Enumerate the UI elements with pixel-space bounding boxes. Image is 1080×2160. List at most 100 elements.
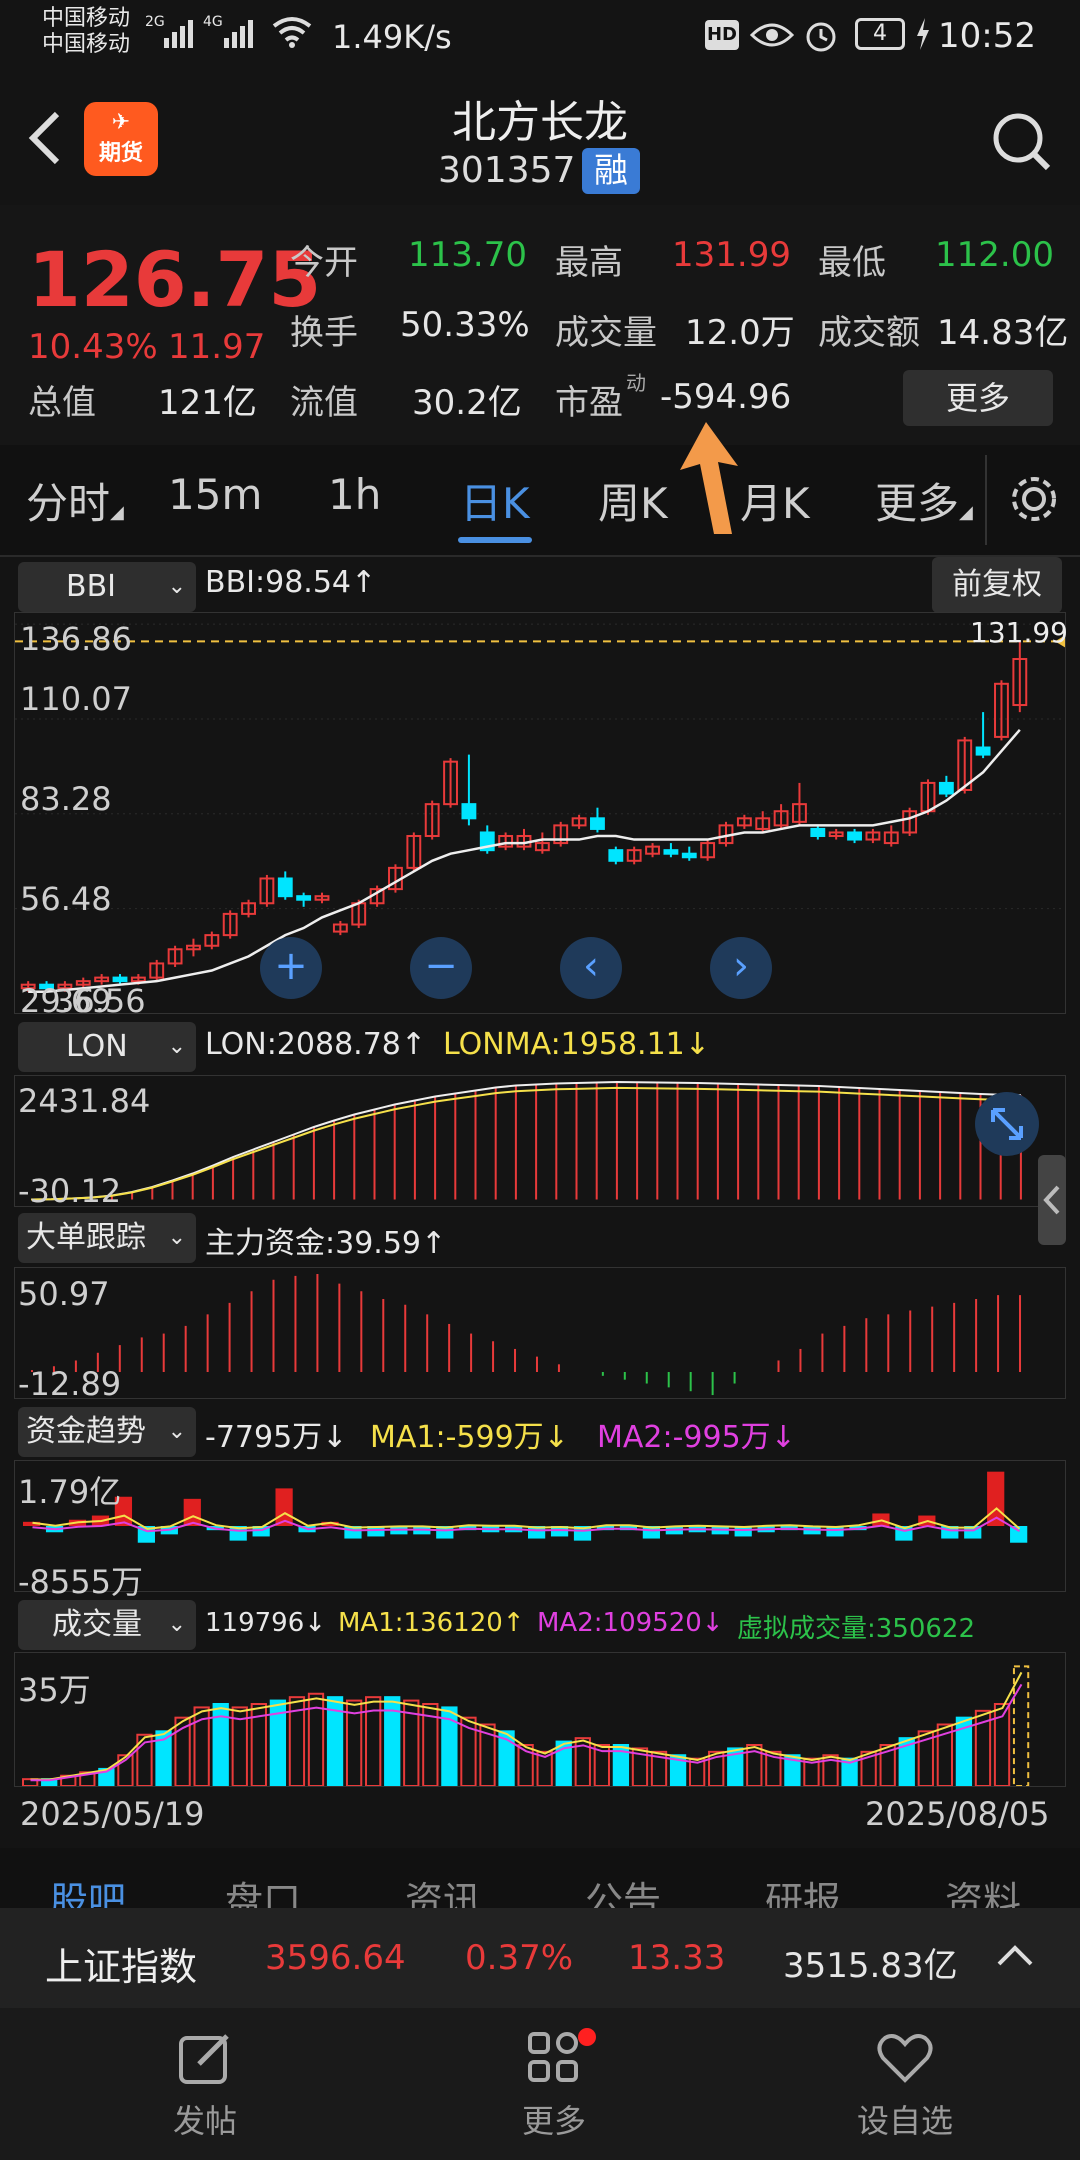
tab-monthly[interactable]: 月K	[740, 470, 810, 531]
chevron-down-icon: ⌄	[167, 1612, 186, 1637]
chevron-down-icon: ⌄	[167, 574, 186, 599]
tab-daily[interactable]: 日K	[460, 470, 530, 531]
candle-body	[277, 877, 293, 898]
last-price: 126.75	[28, 235, 322, 324]
chevron-down-icon: ⌄	[167, 1034, 186, 1059]
side-drawer-handle[interactable]	[1038, 1155, 1066, 1245]
lon-indicator-select[interactable]: LON ⌄	[18, 1022, 196, 1072]
content-tabs: 股吧 盘口 资讯 公告 研报 资料	[0, 1848, 1080, 1923]
vol-y-top: 35万	[18, 1671, 91, 1709]
lon-select-label: LON	[66, 1029, 128, 1064]
tab-15m[interactable]: 15m	[168, 470, 262, 519]
nav-watchlist-label: 设自选	[856, 2102, 953, 2140]
pan-right-button[interactable]: ›	[710, 937, 772, 999]
more-quote-button[interactable]: 更多	[903, 370, 1053, 426]
signal-4g: 4G	[203, 14, 223, 30]
y-tick-1: 136.86	[20, 620, 132, 658]
zoom-in-button[interactable]: +	[260, 937, 322, 999]
expand-icon[interactable]	[975, 1092, 1039, 1156]
index-pct: 0.37%	[465, 1938, 574, 1978]
adjust-button[interactable]: 前复权	[932, 557, 1062, 613]
nav-more-label: 更多	[521, 2102, 586, 2140]
mktcap-label: 总值	[28, 383, 96, 423]
alarm-icon	[802, 16, 840, 62]
last-low-label: 36.56	[54, 982, 146, 1020]
amount-label: 成交额	[818, 313, 920, 353]
big-order-chart	[30, 1274, 1022, 1396]
carrier-2: 中国移动	[42, 32, 131, 57]
pe-value: -594.96	[660, 377, 792, 417]
fund-trend-value: -7795万↓	[205, 1420, 348, 1455]
candle-body	[461, 803, 477, 820]
candle-body	[810, 827, 826, 838]
tab-more[interactable]: 更多◢	[875, 470, 973, 531]
y-tick-3: 83.28	[20, 780, 112, 818]
high-marker-label: 131.99	[970, 616, 1068, 649]
mktcap-value: 121亿	[158, 383, 257, 423]
lonma-line	[31, 1086, 1021, 1201]
fund-trend-panel	[14, 1460, 1066, 1592]
chevron-down-icon: ⌄	[167, 1225, 186, 1250]
lon-y-top: 2431.84	[18, 1082, 151, 1120]
candle-body	[975, 746, 991, 756]
date-start: 2025/05/19	[20, 1795, 205, 1833]
nav-watchlist[interactable]: 设自选	[805, 2028, 1005, 2142]
eye-icon	[749, 20, 795, 58]
float-label: 流值	[290, 383, 358, 423]
big-y-top: 50.97	[18, 1275, 110, 1313]
big-order-panel	[14, 1267, 1066, 1399]
high-label: 最高	[555, 243, 623, 283]
tab-intraday[interactable]: 分时◢	[26, 470, 124, 531]
zoom-out-button[interactable]: −	[410, 937, 472, 999]
stock-name: 北方长龙	[452, 97, 628, 148]
pe-label: 市盈	[555, 383, 623, 423]
tab-divider	[985, 455, 987, 545]
apps-icon	[528, 2032, 578, 2082]
fund-trend-chart	[23, 1471, 1028, 1543]
notification-dot	[578, 2028, 596, 2046]
main-fund-value: 主力资金:39.59↑	[205, 1226, 447, 1261]
candle-body	[681, 852, 697, 859]
fund-ma2: MA2:-995万↓	[597, 1420, 796, 1455]
volume-value: 119796↓	[205, 1608, 327, 1638]
nav-post[interactable]: 发帖	[105, 2028, 305, 2142]
volume-chart	[22, 1665, 1030, 1788]
heart-icon	[877, 2034, 933, 2083]
nav-post-label: 发帖	[172, 2102, 237, 2140]
candle-body	[663, 849, 679, 855]
signal-icon-2	[222, 14, 258, 58]
big-y-bottom: -12.89	[18, 1365, 122, 1403]
index-name: 上证指数	[45, 1945, 198, 1989]
hd-badge: HD	[705, 20, 739, 50]
orange-arrow-icon	[666, 418, 746, 542]
settings-gear-icon[interactable]	[1008, 473, 1060, 529]
lon-panel	[14, 1075, 1066, 1207]
amount-value: 14.83亿	[937, 313, 1069, 353]
tab-weekly[interactable]: 周K	[598, 470, 668, 531]
main-indicator-select[interactable]: BBI ⌄	[18, 562, 196, 612]
lon-line	[31, 1080, 1021, 1201]
chevron-up-icon[interactable]	[995, 1940, 1035, 1974]
volume-panel	[14, 1652, 1066, 1788]
quote-panel: 126.75 10.43% 11.97 总值 121亿 今开 113.70 最高…	[0, 205, 1080, 445]
nav-more[interactable]: 更多	[454, 2028, 654, 2142]
pan-left-button[interactable]: ‹	[560, 937, 622, 999]
fund-trend-select[interactable]: 资金趋势 ⌄	[18, 1407, 196, 1457]
fund-y-bottom: -8555万	[18, 1563, 143, 1601]
index-ticker-bar[interactable]: 上证指数 3596.64 0.37% 13.33 3515.83亿	[0, 1908, 1080, 2008]
change-pct: 10.43%	[28, 327, 158, 367]
volume-ma2: MA2:109520↓	[537, 1608, 724, 1638]
lonma-value: LONMA:1958.11↓	[443, 1027, 710, 1062]
float-value: 30.2亿	[412, 383, 522, 423]
kline-chart[interactable]	[15, 613, 1065, 1013]
candle-body	[938, 781, 954, 795]
big-order-select[interactable]: 大单跟踪 ⌄	[18, 1213, 196, 1263]
candle-body	[112, 976, 128, 983]
tab-1h[interactable]: 1h	[328, 470, 381, 519]
battery-icon: 4	[855, 18, 905, 50]
kline-panel	[14, 612, 1066, 1014]
volume-select[interactable]: 成交量 ⌄	[18, 1600, 196, 1650]
search-icon[interactable]	[990, 110, 1054, 178]
volume-ma2-line	[30, 1683, 1023, 1782]
candle-body	[296, 895, 312, 901]
